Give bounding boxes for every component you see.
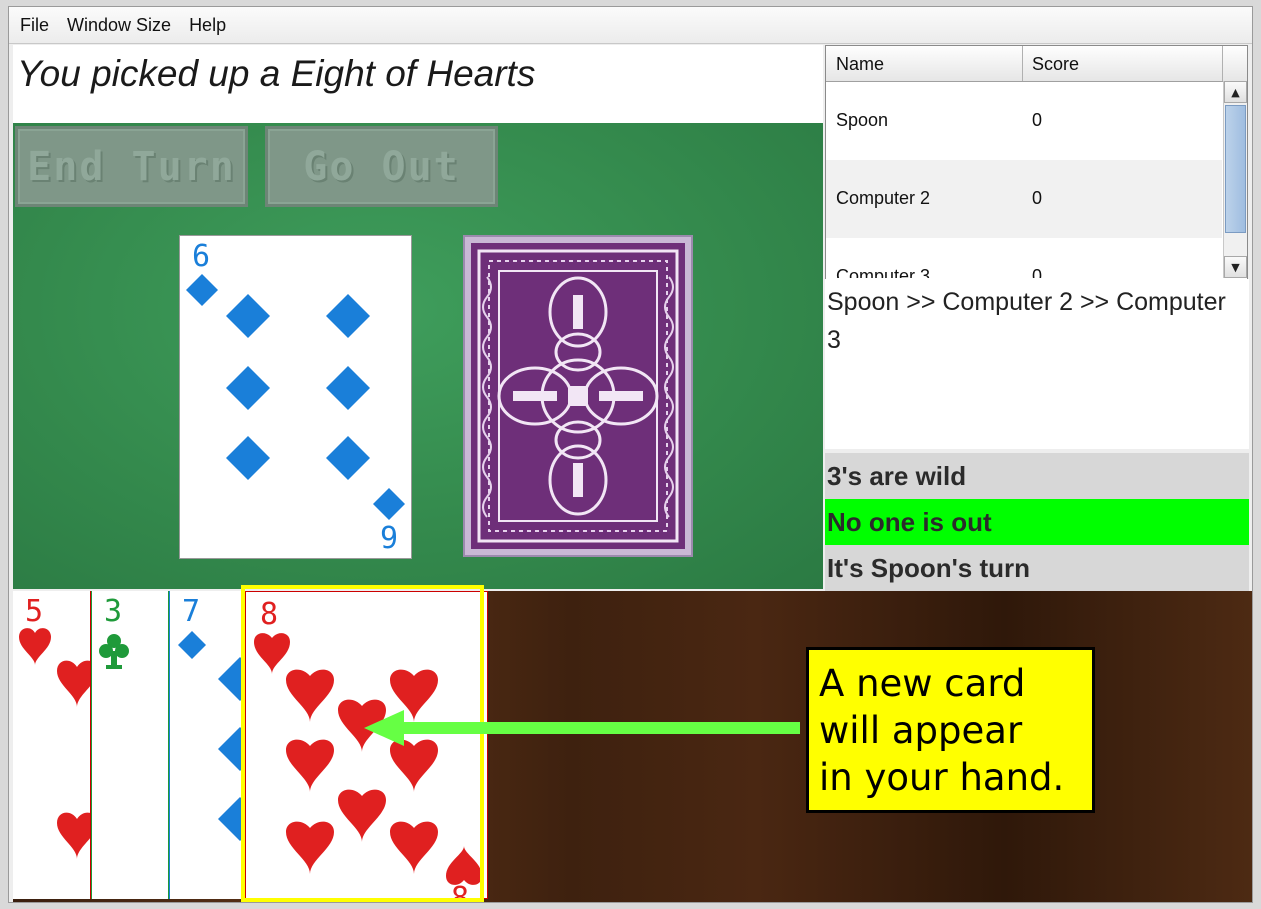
player-score: 0 xyxy=(1032,266,1043,278)
callout-line-3: in your hand. xyxy=(819,756,1065,799)
out-status-info: No one is out xyxy=(825,499,1249,545)
turn-order-panel: Spoon >> Computer 2 >> Computer 3 xyxy=(825,279,1249,449)
callout-line-1: A new card xyxy=(819,662,1026,705)
game-window: File Window Size Help You picked up a Ei… xyxy=(8,6,1253,903)
score-table-scrollbar[interactable]: ▲ ▼ xyxy=(1223,81,1247,278)
club-pip-icon xyxy=(99,634,129,669)
player-score: 0 xyxy=(1032,110,1043,130)
discard-pile-card[interactable]: 6 9 xyxy=(179,235,412,559)
player-name: Spoon xyxy=(836,110,889,130)
diamond-pips-icon xyxy=(186,274,405,520)
menu-file[interactable]: File xyxy=(13,15,56,36)
turn-order-text: Spoon >> Computer 2 >> Computer 3 xyxy=(827,288,1226,354)
card-table: End Turn Go Out 6 9 xyxy=(13,123,823,589)
hand-card-7-diamonds[interactable]: 7 xyxy=(169,591,247,899)
column-divider xyxy=(1222,46,1223,81)
hand-card-3-clubs[interactable]: 3 xyxy=(91,591,169,899)
status-message-panel: You picked up a Eight of Hearts xyxy=(13,45,823,123)
scroll-up-icon[interactable]: ▲ xyxy=(1224,81,1247,103)
player-name: Computer 3 xyxy=(836,266,931,278)
column-header-score[interactable]: Score xyxy=(1032,54,1079,75)
player-name: Computer 2 xyxy=(836,188,931,208)
card-back-icon xyxy=(471,243,685,549)
menu-bar: File Window Size Help xyxy=(9,7,1252,44)
scroll-down-icon[interactable]: ▼ xyxy=(1224,256,1247,278)
card-rank-bottom: 9 xyxy=(380,521,399,556)
scroll-thumb[interactable] xyxy=(1225,105,1246,233)
draw-pile[interactable] xyxy=(463,235,693,557)
player-score: 0 xyxy=(1032,188,1043,208)
end-turn-button[interactable]: End Turn xyxy=(15,126,248,207)
pointer-arrow-icon xyxy=(364,710,800,746)
status-message: You picked up a Eight of Hearts xyxy=(17,53,536,94)
diamond-pips-icon xyxy=(178,631,247,841)
heart-pips-icon xyxy=(19,628,90,859)
column-header-name[interactable]: Name xyxy=(836,54,884,75)
card-rank-bottom: 8 xyxy=(451,881,470,899)
table-row[interactable]: Spoon 0 xyxy=(826,82,1222,160)
score-table-header: Name Score xyxy=(826,46,1247,82)
hand-card-5-hearts[interactable]: 5 xyxy=(13,591,91,899)
current-turn-info: It's Spoon's turn xyxy=(825,545,1249,591)
tutorial-callout: A new card will appear in your hand. xyxy=(806,647,1095,813)
menu-window-size[interactable]: Window Size xyxy=(60,15,178,36)
score-table: Name Score Spoon 0 Computer 2 0 Computer… xyxy=(825,45,1248,280)
callout-line-2: will appear xyxy=(819,709,1023,752)
go-out-button[interactable]: Go Out xyxy=(265,126,498,207)
wild-card-info: 3's are wild xyxy=(825,453,1249,499)
menu-help[interactable]: Help xyxy=(182,15,233,36)
column-divider xyxy=(1022,46,1023,81)
table-row[interactable]: Computer 2 0 xyxy=(826,160,1222,238)
table-row[interactable]: Computer 3 0 xyxy=(826,238,1222,278)
